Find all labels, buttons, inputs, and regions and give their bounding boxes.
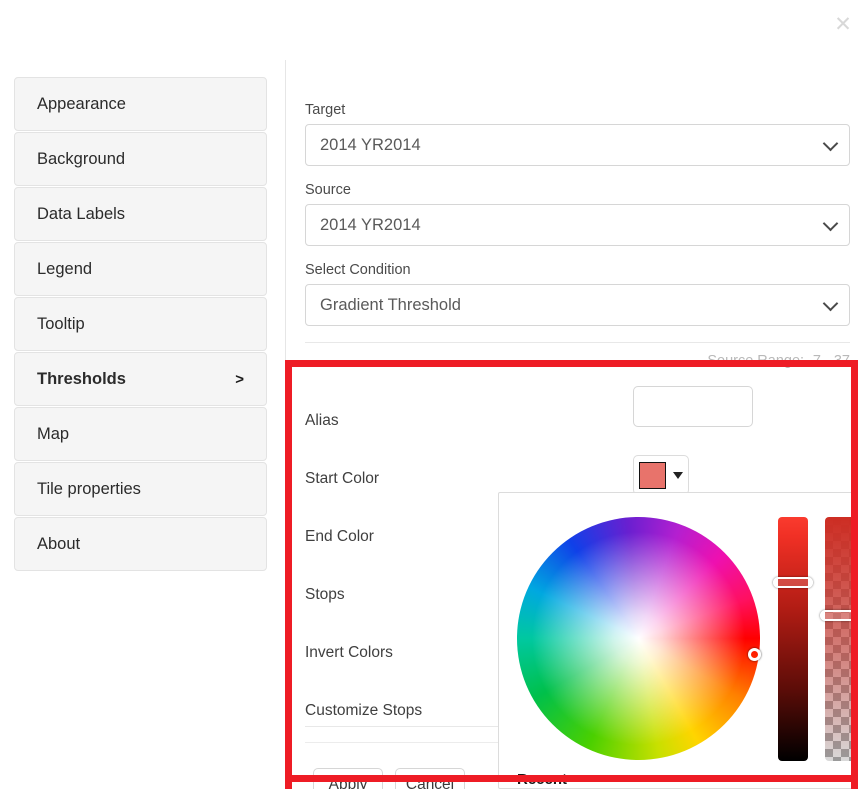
sidebar-item-about[interactable]: About bbox=[14, 517, 267, 571]
sidebar-item-tile-properties[interactable]: Tile properties bbox=[14, 462, 267, 516]
chevron-down-icon bbox=[673, 471, 683, 479]
settings-sidebar: Appearance Background Data Labels Legend… bbox=[14, 77, 267, 572]
sidebar-item-label: Tile properties bbox=[37, 479, 141, 498]
color-wheel[interactable] bbox=[517, 517, 761, 760]
sidebar-item-label: Tooltip bbox=[37, 314, 85, 333]
sidebar-item-label: Data Labels bbox=[37, 204, 126, 223]
target-select[interactable]: 2014 YR2014 bbox=[305, 124, 850, 166]
chevron-down-icon bbox=[822, 215, 839, 232]
start-color-swatch bbox=[639, 461, 666, 489]
pane-divider bbox=[285, 60, 286, 789]
condition-select[interactable]: Gradient Threshold bbox=[305, 284, 850, 326]
start-color-picker-button[interactable] bbox=[633, 455, 689, 495]
threshold-settings-dialog: ✕ Appearance Background Data Labels Lege… bbox=[0, 0, 865, 789]
dialog-actions: Apply Cancel bbox=[313, 768, 465, 789]
sidebar-item-legend[interactable]: Legend bbox=[14, 242, 267, 296]
stops-label: Stops bbox=[305, 586, 345, 603]
target-label: Target bbox=[305, 102, 346, 118]
invert-colors-label: Invert Colors bbox=[305, 644, 393, 661]
customize-stops-label: Customize Stops bbox=[305, 702, 423, 719]
sidebar-item-label: Legend bbox=[37, 259, 93, 278]
color-picker-popup[interactable]: Recent bbox=[498, 492, 858, 789]
sidebar-item-label: Appearance bbox=[37, 94, 126, 113]
close-icon[interactable]: ✕ bbox=[827, 8, 859, 40]
chevron-right-icon: > bbox=[235, 370, 244, 388]
alpha-slider[interactable] bbox=[825, 517, 855, 761]
apply-button[interactable]: Apply bbox=[313, 768, 383, 789]
alpha-slider-handle[interactable] bbox=[820, 610, 857, 621]
cancel-button[interactable]: Cancel bbox=[395, 768, 465, 789]
sidebar-item-thresholds[interactable]: Thresholds > bbox=[14, 352, 267, 406]
row-alias: Alias bbox=[305, 386, 850, 450]
brightness-slider[interactable] bbox=[778, 517, 808, 761]
color-wheel-selector[interactable] bbox=[748, 648, 761, 661]
sidebar-item-tooltip[interactable]: Tooltip bbox=[14, 297, 267, 351]
brightness-slider-handle[interactable] bbox=[773, 577, 813, 588]
alias-label: Alias bbox=[305, 412, 339, 429]
sidebar-item-label: Thresholds bbox=[37, 369, 126, 388]
end-color-label: End Color bbox=[305, 528, 374, 545]
select-condition-label: Select Condition bbox=[305, 262, 411, 278]
sidebar-item-label: Background bbox=[37, 149, 126, 168]
chevron-down-icon bbox=[822, 295, 839, 312]
chevron-down-icon bbox=[822, 135, 839, 152]
source-range-text: Source Range: -7 - 37 bbox=[707, 353, 850, 369]
sidebar-item-map[interactable]: Map bbox=[14, 407, 267, 461]
target-select-value: 2014 YR2014 bbox=[320, 135, 421, 154]
sidebar-item-background[interactable]: Background bbox=[14, 132, 267, 186]
source-label: Source bbox=[305, 182, 351, 198]
sidebar-item-label: Map bbox=[37, 424, 70, 443]
start-color-label: Start Color bbox=[305, 470, 380, 487]
alias-input[interactable] bbox=[633, 386, 753, 427]
section-divider bbox=[305, 342, 850, 343]
sidebar-item-data-labels[interactable]: Data Labels bbox=[14, 187, 267, 241]
sidebar-item-appearance[interactable]: Appearance bbox=[14, 77, 267, 131]
source-select[interactable]: 2014 YR2014 bbox=[305, 204, 850, 246]
threshold-settings-panel: Target 2014 YR2014 Source 2014 YR2014 Se… bbox=[305, 102, 850, 369]
sidebar-item-label: About bbox=[37, 534, 81, 553]
condition-select-value: Gradient Threshold bbox=[320, 295, 461, 314]
source-select-value: 2014 YR2014 bbox=[320, 215, 421, 234]
recent-colors-label: Recent bbox=[517, 771, 568, 788]
